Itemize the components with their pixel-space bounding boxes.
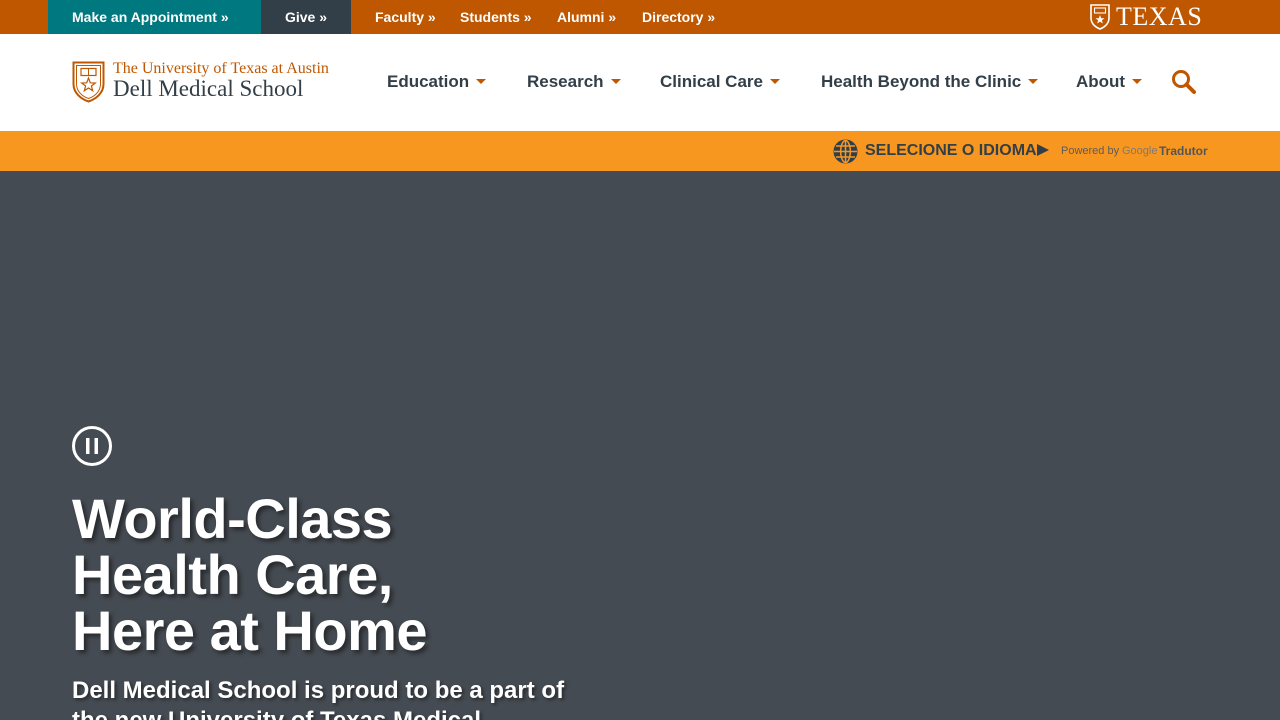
nav-health-beyond-label: Health Beyond the Clinic xyxy=(821,72,1022,91)
tradutor-link[interactable]: Tradutor xyxy=(1159,144,1208,158)
alumni-link[interactable]: Alumni » xyxy=(557,0,616,34)
caret-down-icon xyxy=(476,79,487,85)
site-header: The University of Texas at Austin Dell M… xyxy=(0,34,1280,131)
hero-section: World-Class Health Care, Here at Home De… xyxy=(0,171,1280,720)
caret-down-icon xyxy=(1132,79,1143,85)
ut-texas-logo[interactable]: TEXAS xyxy=(1090,3,1202,31)
nav-about-label: About xyxy=(1076,72,1126,91)
utility-bar: Make an Appointment » Give » Faculty » S… xyxy=(0,0,1280,34)
hero-title-line-1: World-Class xyxy=(72,487,393,550)
shield-icon xyxy=(72,61,105,103)
hero-title-line-2: Health Care, xyxy=(72,543,393,606)
dell-med-logo[interactable]: The University of Texas at Austin Dell M… xyxy=(72,60,332,105)
caret-down-icon xyxy=(1028,79,1039,85)
shield-icon xyxy=(1090,4,1110,30)
nav-health-beyond-the-clinic[interactable]: Health Beyond the Clinic xyxy=(821,70,1039,94)
pause-video-button[interactable] xyxy=(72,426,112,466)
nav-clinical-care[interactable]: Clinical Care xyxy=(660,70,780,94)
give-link[interactable]: Give » xyxy=(261,0,351,34)
search-icon xyxy=(1172,70,1196,94)
powered-by-label: Powered by xyxy=(1061,145,1120,157)
students-link[interactable]: Students » xyxy=(460,0,532,34)
nav-research[interactable]: Research xyxy=(527,70,621,94)
nav-clinical-care-label: Clinical Care xyxy=(660,72,763,91)
search-button[interactable] xyxy=(1170,68,1198,96)
hero-subtitle: Dell Medical School is proud to be a par… xyxy=(72,677,565,720)
caret-down-icon xyxy=(1037,144,1049,156)
language-select[interactable]: SELECIONE O IDIOMA xyxy=(865,141,1037,161)
faculty-link[interactable]: Faculty » xyxy=(375,0,436,34)
google-logo: Google xyxy=(1122,145,1158,157)
texas-wordmark: TEXAS xyxy=(1116,2,1203,31)
globe-icon xyxy=(833,139,858,164)
directory-link[interactable]: Directory » xyxy=(642,0,715,34)
hero-title-line-3: Here at Home xyxy=(72,599,428,662)
pause-icon xyxy=(72,426,112,466)
nav-about[interactable]: About xyxy=(1076,70,1143,94)
caret-down-icon xyxy=(610,79,621,85)
brand-school-name: Dell Medical School xyxy=(113,76,304,101)
nav-education[interactable]: Education xyxy=(387,70,487,94)
translate-bar: SELECIONE O IDIOMA Powered by Google Tra… xyxy=(0,131,1280,171)
caret-down-icon xyxy=(770,79,780,85)
make-appointment-link[interactable]: Make an Appointment » xyxy=(48,0,261,34)
hero-title: World-Class Health Care, Here at Home xyxy=(72,491,632,659)
nav-research-label: Research xyxy=(527,72,604,91)
nav-education-label: Education xyxy=(387,72,470,91)
